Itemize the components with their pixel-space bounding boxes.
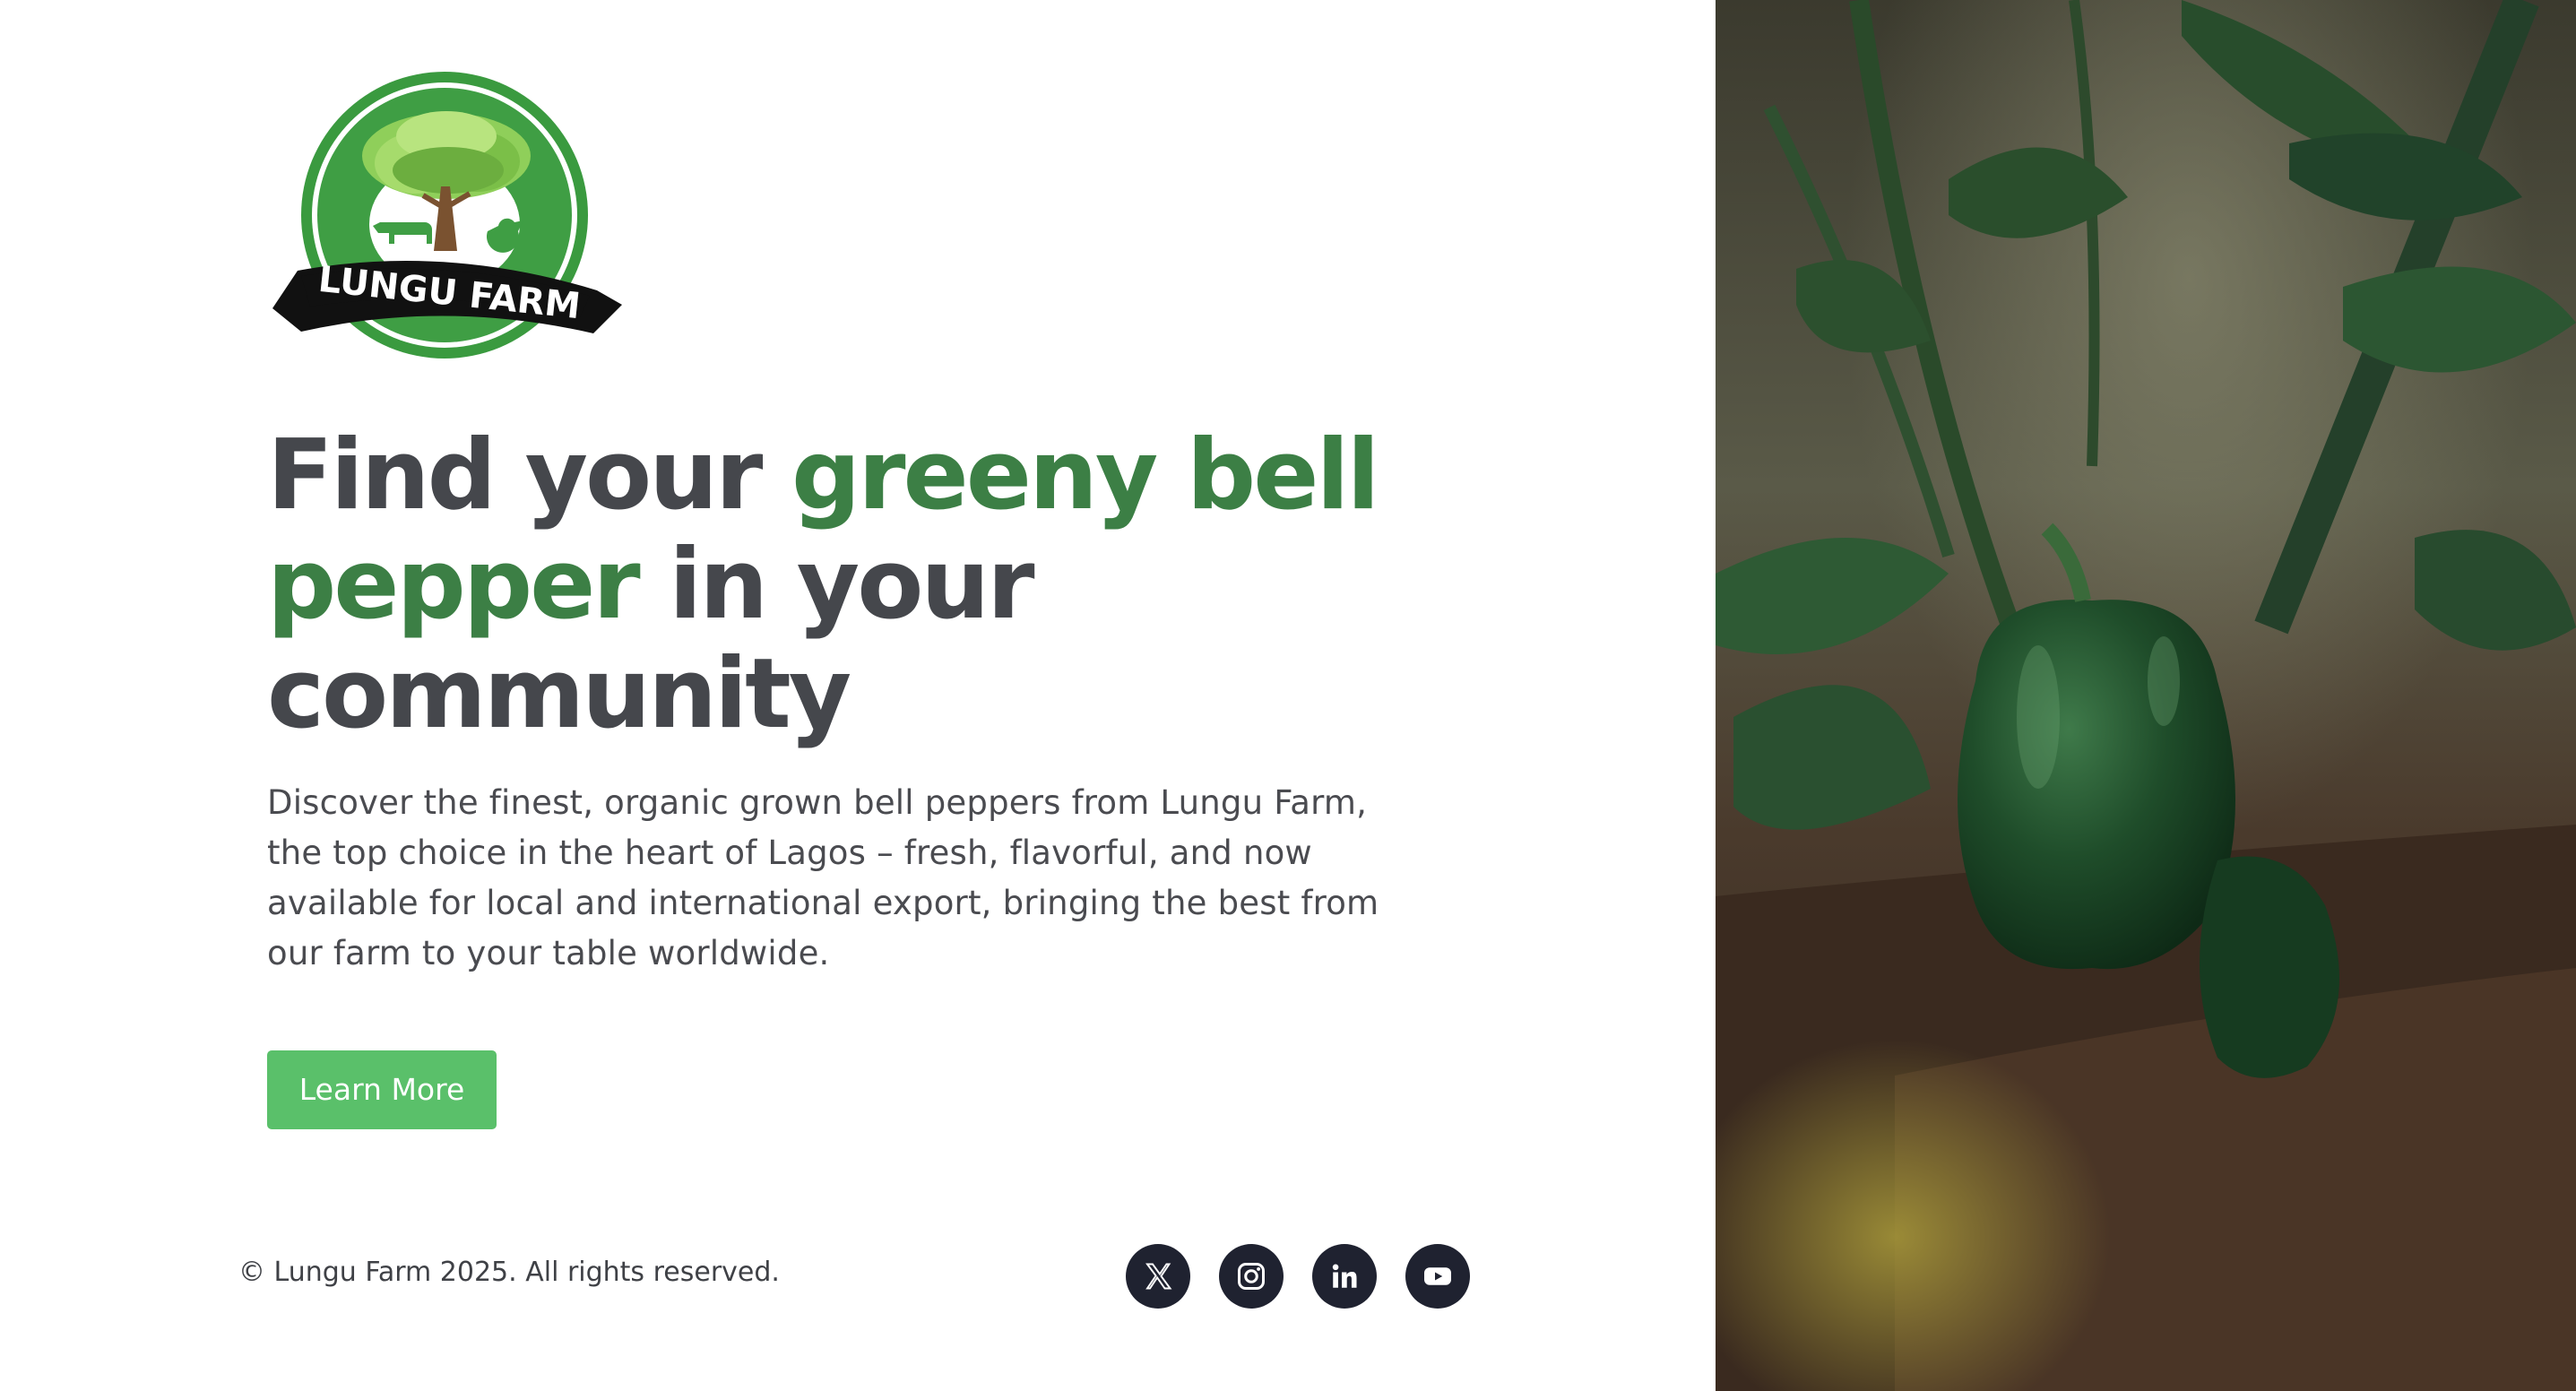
linkedin-link[interactable] — [1312, 1244, 1377, 1309]
youtube-link[interactable] — [1405, 1244, 1470, 1309]
x-link[interactable] — [1126, 1244, 1190, 1309]
linkedin-icon — [1332, 1264, 1357, 1288]
headline-part-1: Find your — [267, 419, 791, 531]
copyright-text: © Lungu Farm 2025. All rights reserved. — [238, 1257, 780, 1288]
bell-pepper-photo — [1716, 0, 2576, 1391]
lungu-farm-logo[interactable]: LUNGU FARM — [265, 65, 627, 371]
hero-description: Discover the finest, organic grown bell … — [267, 783, 1379, 972]
landing-page: LUNGU FARM Find your greeny bell pepper … — [0, 0, 2576, 1391]
social-links — [1126, 1244, 1470, 1309]
learn-more-button[interactable]: Learn More — [267, 1050, 497, 1129]
content-panel: LUNGU FARM Find your greeny bell pepper … — [0, 0, 1716, 1391]
hero-headline: Find your greeny bell pepper in your com… — [267, 421, 1432, 749]
instagram-link[interactable] — [1219, 1244, 1284, 1309]
x-icon — [1145, 1263, 1172, 1290]
instagram-icon — [1238, 1263, 1265, 1290]
youtube-icon — [1424, 1267, 1451, 1285]
